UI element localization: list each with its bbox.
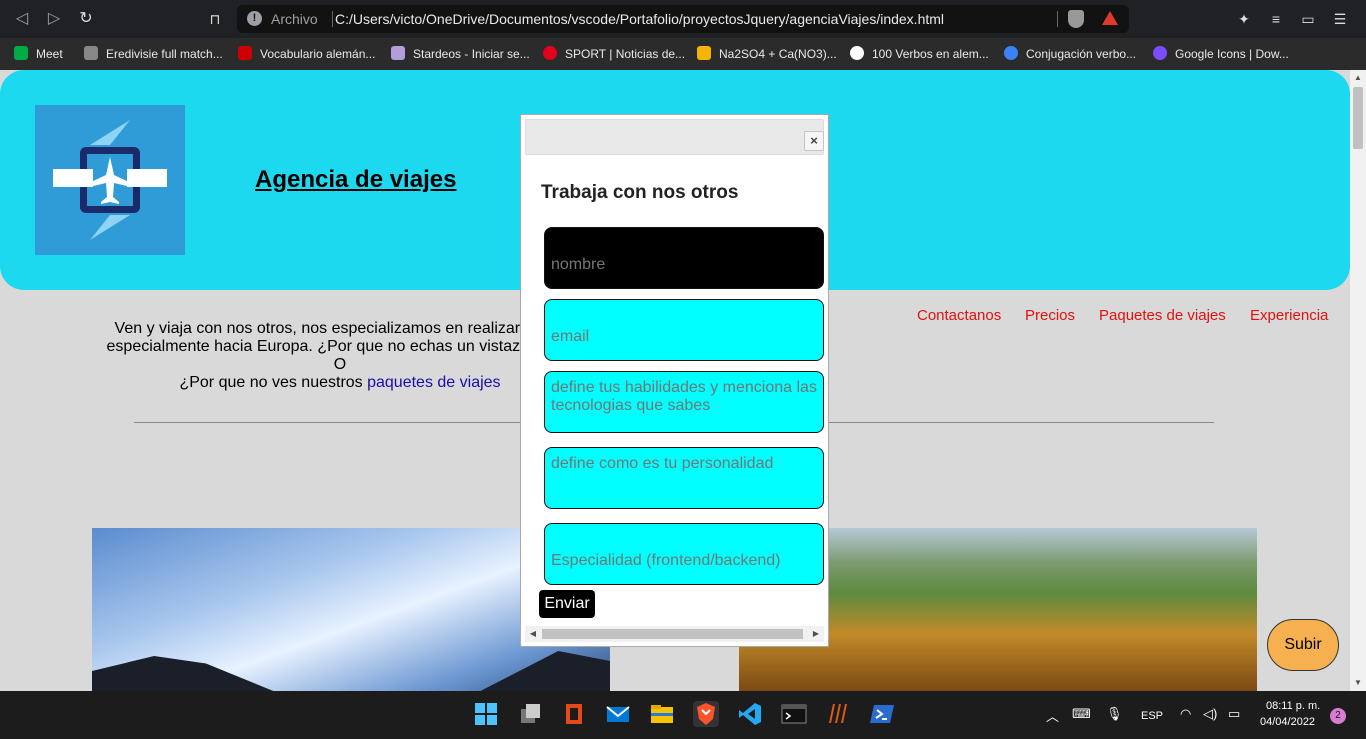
scroll-up-icon[interactable]: ▲: [1350, 70, 1366, 86]
google-icons-icon: [1153, 46, 1167, 60]
bookmark-vocabulario[interactable]: Vocabulario alemán...: [238, 45, 375, 63]
scroll-left-icon[interactable]: ◀: [525, 626, 541, 642]
habilidades-field[interactable]: [544, 371, 824, 433]
language-indicator[interactable]: ESP: [1141, 710, 1163, 722]
wallet-icon[interactable]: ▭: [1298, 9, 1318, 29]
subir-button[interactable]: Subir: [1267, 619, 1339, 671]
browser-chrome: ◁ ▷ ↻ ⊓ ! Archivo C:/Users/victo/OneDriv…: [0, 0, 1366, 70]
close-icon[interactable]: ×: [804, 131, 824, 151]
chemistry-icon: [697, 46, 711, 60]
vscode-icon[interactable]: [737, 701, 763, 727]
scroll-down-icon[interactable]: ▼: [1350, 675, 1366, 691]
clock-date[interactable]: 04/04/2022: [1260, 716, 1315, 728]
eredivisie-icon: [84, 46, 98, 60]
brave-shield-icon[interactable]: [1068, 10, 1084, 28]
scrollbar-thumb[interactable]: [1353, 87, 1363, 149]
stardeos-icon: [391, 46, 405, 60]
bookmark-label: 100 Verbos en alem...: [872, 47, 989, 61]
keyboard-icon[interactable]: ⌨: [1072, 706, 1091, 722]
especialidad-field[interactable]: [544, 523, 824, 585]
brave-icon[interactable]: [693, 701, 719, 727]
url-text[interactable]: C:/Users/victo/OneDrive/Documentos/vscod…: [335, 11, 944, 27]
powershell-icon[interactable]: [869, 701, 895, 727]
address-separator-right: [1057, 11, 1058, 27]
taskbar: ︿ ⌨ 🎙 ESP ◠ ◁) ▭ 08:11 p. m. 04/04/2022 …: [0, 691, 1366, 739]
page-scrollbar[interactable]: ▲ ▼: [1350, 70, 1366, 691]
nav-precios[interactable]: Precios: [1025, 307, 1075, 324]
mail-icon[interactable]: [605, 701, 631, 727]
winrar-icon[interactable]: [825, 701, 851, 727]
bookmark-label: Na2SO4 + Ca(NO3)...: [719, 47, 837, 61]
bookmark-label: Conjugación verbo...: [1026, 47, 1137, 61]
terminal-icon[interactable]: [781, 701, 807, 727]
wordpress-icon: [850, 46, 864, 60]
nav-experiencia[interactable]: Experiencia: [1250, 307, 1328, 324]
site-title[interactable]: Agencia de viajes: [255, 166, 456, 194]
reload-icon[interactable]: ↻: [76, 9, 96, 29]
hscroll-thumb[interactable]: [542, 629, 803, 639]
windows-start-icon[interactable]: [473, 701, 499, 727]
meet-icon: [14, 46, 28, 60]
chevron-up-icon[interactable]: ︿: [1046, 706, 1059, 725]
mountain-silhouette: [92, 651, 610, 691]
bookmark-sport[interactable]: SPORT | Noticias de...: [543, 45, 685, 63]
bookmark-verbos[interactable]: 100 Verbos en alem...: [850, 45, 989, 63]
file-explorer-icon[interactable]: [649, 701, 675, 727]
address-row: ◁ ▷ ↻ ⊓ ! Archivo C:/Users/victo/OneDriv…: [0, 0, 1366, 38]
bookmark-eredivisie[interactable]: Eredivisie full match...: [84, 45, 223, 63]
bookmark-label: Eredivisie full match...: [106, 47, 223, 61]
volume-icon[interactable]: ◁): [1203, 706, 1217, 722]
bookmarks-bar: Meet Eredivisie full match... Vocabulari…: [0, 38, 1366, 70]
paquetes-link[interactable]: paquetes de viajes: [367, 374, 500, 391]
bookmark-label: Stardeos - Iniciar se...: [413, 47, 530, 61]
bookmark-label: Vocabulario alemán...: [260, 47, 376, 61]
brave-rewards-icon[interactable]: [1102, 11, 1118, 25]
battery-icon[interactable]: ▭: [1228, 706, 1240, 722]
bookmark-icon[interactable]: ⊓: [205, 9, 225, 29]
sport-icon: [543, 46, 557, 60]
clock-time[interactable]: 08:11 p. m.: [1266, 700, 1320, 712]
conjugacion-icon: [1004, 46, 1018, 60]
bookmark-stardeos[interactable]: Stardeos - Iniciar se...: [391, 45, 530, 63]
bookmark-google-icons[interactable]: Google Icons | Dow...: [1153, 45, 1289, 63]
bookmark-meet[interactable]: Meet: [14, 45, 63, 63]
address-bar[interactable]: ! Archivo C:/Users/victo/OneDrive/Docume…: [237, 5, 1129, 33]
dialog-heading: Trabaja con nos otros: [541, 182, 739, 203]
bookmark-label: Google Icons | Dow...: [1175, 47, 1289, 61]
nombre-field[interactable]: [544, 227, 824, 289]
personalidad-field[interactable]: [544, 447, 824, 509]
office-icon[interactable]: [561, 701, 587, 727]
forward-icon[interactable]: ▷: [44, 9, 64, 29]
info-icon[interactable]: !: [247, 11, 262, 26]
job-dialog: × Trabaja con nos otros Enviar ◀ ▶: [520, 114, 829, 647]
nav-paquetes[interactable]: Paquetes de viajes: [1099, 307, 1226, 324]
travel-agency-logo: [35, 105, 185, 255]
extensions-icon[interactable]: ✦: [1234, 9, 1254, 29]
vocabulario-icon: [238, 46, 252, 60]
task-view-icon[interactable]: [517, 701, 543, 727]
scroll-right-icon[interactable]: ▶: [808, 626, 824, 642]
microphone-icon[interactable]: 🎙: [1106, 706, 1123, 722]
nav-contactanos[interactable]: Contactanos: [917, 307, 1001, 324]
dialog-hscroll[interactable]: ◀ ▶: [525, 626, 824, 642]
address-separator: [332, 11, 333, 27]
enviar-button[interactable]: Enviar: [539, 590, 595, 618]
intro-text-prefix: ¿Por que no ves nuestros: [179, 374, 368, 391]
email-field[interactable]: [544, 299, 824, 361]
back-icon[interactable]: ◁: [12, 9, 32, 29]
bookmark-label: Meet: [36, 47, 63, 61]
bookmark-label: SPORT | Noticias de...: [565, 47, 686, 61]
menu-icon[interactable]: ☰: [1330, 9, 1350, 29]
bookmark-na2so4[interactable]: Na2SO4 + Ca(NO3)...: [697, 45, 837, 63]
notification-badge[interactable]: 2: [1330, 708, 1346, 724]
bookmark-conjugacion[interactable]: Conjugación verbo...: [1004, 45, 1136, 63]
dialog-titlebar[interactable]: ×: [525, 119, 824, 155]
media-playlist-icon[interactable]: ≡: [1266, 9, 1286, 29]
wifi-icon[interactable]: ◠: [1180, 706, 1191, 722]
address-label: Archivo: [271, 11, 318, 27]
